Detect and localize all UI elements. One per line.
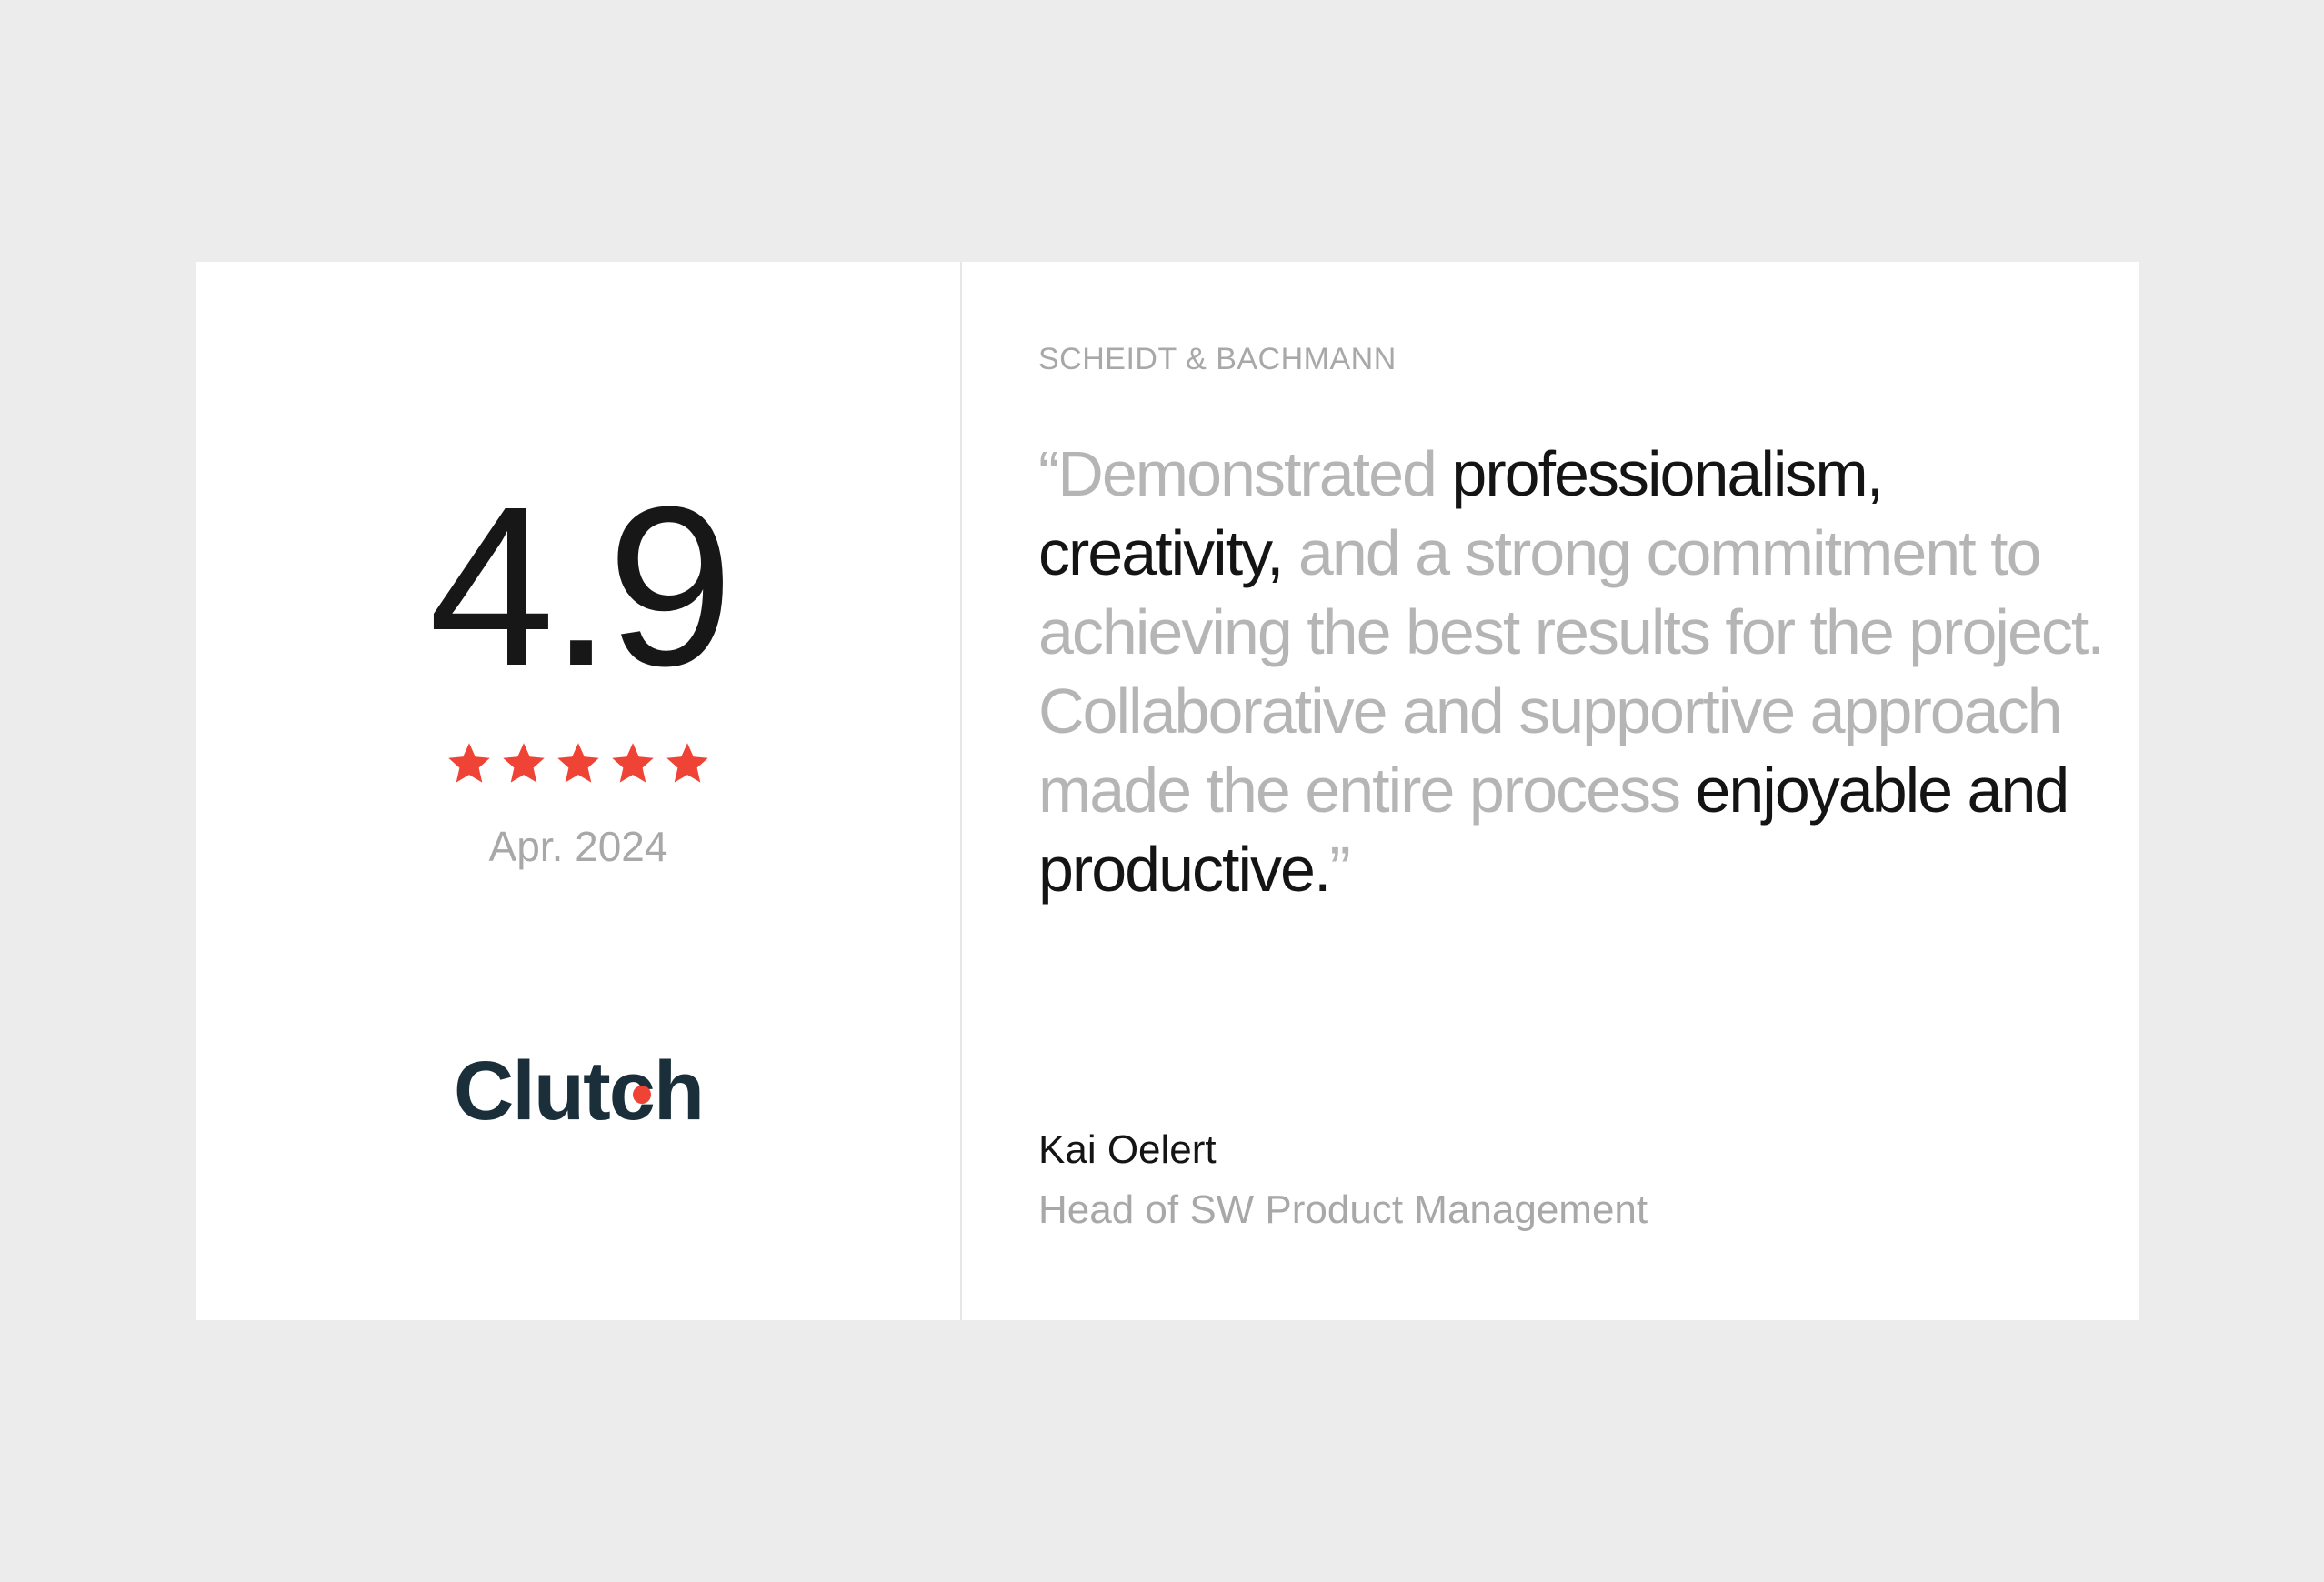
- star-icon: [448, 743, 490, 783]
- testimonial-card: 4.9 Apr. 2024 Clutc h SCHEIDT & BACHMANN …: [196, 262, 2139, 1320]
- company-name: SCHEIDT & BACHMANN: [1038, 342, 1397, 376]
- star-icon: [666, 743, 708, 783]
- logo-letter-c: c: [609, 1044, 656, 1139]
- star-rating: [196, 740, 960, 787]
- review-date: Apr. 2024: [488, 823, 668, 870]
- quote-close-mark: ”: [1329, 834, 1350, 905]
- quote-part-1: “Demonstrated: [1038, 438, 1452, 509]
- logo-text-start: Clut: [453, 1045, 611, 1137]
- logo-dot-icon: [632, 1086, 651, 1104]
- logo-text-end: h: [653, 1045, 705, 1137]
- rating-score: 4.9: [428, 459, 734, 713]
- clutch-logo: Clutc h: [196, 1044, 960, 1139]
- author-role: Head of SW Product Management: [1038, 1187, 1648, 1232]
- author-name: Kai Oelert: [1038, 1127, 1217, 1172]
- rating-panel: 4.9 Apr. 2024 Clutc h: [196, 262, 962, 1320]
- review-quote: “Demonstrated professionalism, creativit…: [1038, 435, 2111, 909]
- review-panel: SCHEIDT & BACHMANN “Demonstrated profess…: [962, 262, 2139, 1320]
- star-icon: [612, 743, 654, 783]
- star-icon: [503, 743, 545, 783]
- star-icon: [557, 743, 599, 783]
